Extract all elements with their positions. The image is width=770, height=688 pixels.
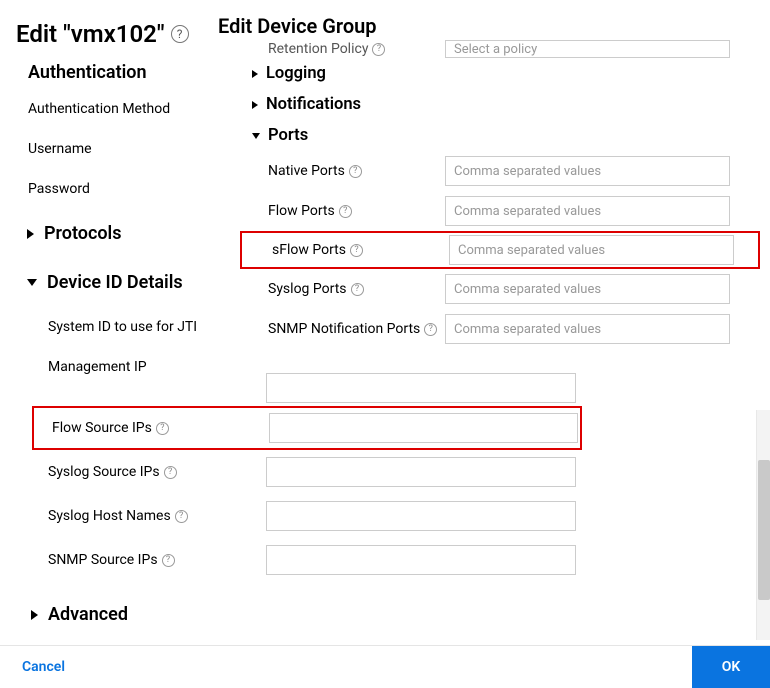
- section-notifications[interactable]: Notifications: [240, 89, 760, 120]
- help-icon[interactable]: ?: [171, 25, 189, 43]
- label-syslog-source-ips: Syslog Source IPs: [48, 464, 160, 480]
- section-ports[interactable]: Ports: [240, 120, 760, 151]
- help-icon[interactable]: ?: [372, 43, 385, 56]
- page-title-right: Edit Device Group: [218, 14, 377, 38]
- flow-source-ips-input[interactable]: [269, 413, 578, 443]
- section-label-notifications: Notifications: [266, 95, 361, 114]
- footer: Cancel OK: [0, 645, 770, 687]
- section-label-ports: Ports: [268, 126, 308, 145]
- cancel-button[interactable]: Cancel: [22, 659, 65, 675]
- help-icon[interactable]: ?: [339, 205, 352, 218]
- right-pane: Retention Policy? Logging Notifications …: [240, 40, 760, 349]
- chevron-right-icon: [31, 610, 38, 620]
- help-icon[interactable]: ?: [164, 466, 177, 479]
- label-native-ports: Native Ports: [268, 163, 345, 179]
- sidebar-item-auth-method[interactable]: Authentication Method: [28, 89, 228, 129]
- chevron-down-icon: [252, 133, 260, 139]
- sidebar-header-protocols[interactable]: Protocols: [27, 209, 228, 258]
- syslog-source-ips-input[interactable]: [266, 457, 576, 487]
- flow-ports-input[interactable]: [445, 196, 730, 226]
- sidebar-item-username[interactable]: Username: [28, 129, 228, 169]
- chevron-right-icon: [252, 101, 258, 109]
- section-logging[interactable]: Logging: [240, 58, 760, 89]
- label-flow-ports: Flow Ports: [268, 203, 335, 219]
- ok-button[interactable]: OK: [692, 646, 770, 688]
- scrollbar[interactable]: [756, 410, 770, 640]
- label-syslog-host-names: Syslog Host Names: [48, 508, 171, 524]
- highlight-flow-source-ips: Flow Source IPs?: [32, 406, 582, 450]
- page-title-left: Edit "vmx102": [16, 20, 165, 48]
- help-icon[interactable]: ?: [156, 422, 169, 435]
- sidebar-label-advanced: Advanced: [48, 604, 128, 625]
- label-snmp-notif-ports: SNMP Notification Ports: [268, 321, 420, 337]
- label-retention-policy: Retention Policy: [268, 41, 368, 57]
- label-sflow-ports: sFlow Ports: [272, 242, 346, 258]
- chevron-down-icon: [27, 279, 37, 286]
- management-ip-input[interactable]: [266, 373, 576, 403]
- syslog-ports-input[interactable]: [445, 274, 730, 304]
- label-snmp-source-ips: SNMP Source IPs: [48, 552, 158, 568]
- scrollbar-thumb[interactable]: [758, 460, 770, 600]
- sidebar-item-password[interactable]: Password: [28, 169, 228, 209]
- sidebar-label-protocols: Protocols: [44, 223, 121, 244]
- snmp-source-ips-input[interactable]: [266, 545, 576, 575]
- help-icon[interactable]: ?: [424, 323, 437, 336]
- help-icon[interactable]: ?: [350, 244, 363, 257]
- sidebar-label-device-id: Device ID Details: [47, 272, 183, 293]
- section-label-logging: Logging: [266, 64, 326, 83]
- label-syslog-ports: Syslog Ports: [268, 281, 347, 297]
- snmp-notification-ports-input[interactable]: [445, 314, 730, 344]
- sidebar: Authentication Authentication Method Use…: [28, 56, 228, 387]
- help-icon[interactable]: ?: [162, 554, 175, 567]
- help-icon[interactable]: ?: [351, 283, 364, 296]
- help-icon[interactable]: ?: [349, 165, 362, 178]
- syslog-host-names-input[interactable]: [266, 501, 576, 531]
- sidebar-header-authentication: Authentication: [28, 56, 228, 89]
- sidebar-header-device-id[interactable]: Device ID Details: [27, 258, 228, 307]
- chevron-right-icon: [252, 70, 258, 78]
- label-flow-source-ips: Flow Source IPs: [52, 420, 152, 436]
- sflow-ports-input[interactable]: [449, 235, 734, 265]
- device-id-fields: x Flow Source IPs? Syslog Source IPs? Sy…: [32, 370, 582, 639]
- sidebar-header-advanced[interactable]: Advanced: [31, 590, 582, 639]
- sidebar-item-system-id-jti[interactable]: System ID to use for JTI: [28, 307, 228, 347]
- chevron-right-icon: [27, 229, 34, 239]
- retention-policy-select[interactable]: [445, 40, 730, 58]
- highlight-sflow-ports: sFlow Ports?: [240, 231, 760, 269]
- native-ports-input[interactable]: [445, 156, 730, 186]
- help-icon[interactable]: ?: [175, 510, 188, 523]
